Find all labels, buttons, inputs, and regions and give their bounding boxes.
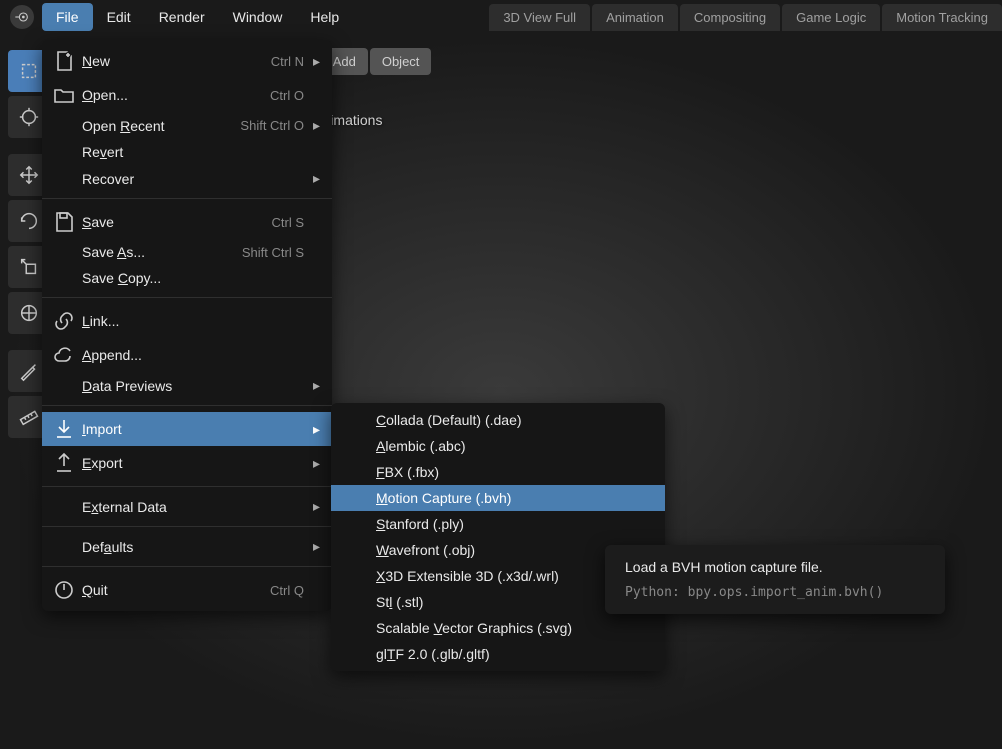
menu-item-save[interactable]: SaveCtrl S bbox=[42, 205, 332, 239]
import-item[interactable]: Scalable Vector Graphics (.svg) bbox=[331, 615, 665, 641]
vp-menu-object[interactable]: Object bbox=[370, 48, 432, 75]
menu-item-save-as[interactable]: Save As...Shift Ctrl S bbox=[42, 239, 332, 265]
submenu-arrow-icon: ▸ bbox=[310, 377, 320, 394]
menu-item-label: Scalable Vector Graphics (.svg) bbox=[376, 620, 653, 636]
submenu-arrow-icon: ▸ bbox=[310, 53, 320, 70]
menu-item-recover[interactable]: Recover▸ bbox=[42, 165, 332, 192]
menu-item-label: Open Recent bbox=[82, 118, 240, 134]
menu-item-label: Link... bbox=[82, 313, 310, 329]
import-item[interactable]: glTF 2.0 (.glb/.gltf) bbox=[331, 641, 665, 667]
menu-render[interactable]: Render bbox=[145, 3, 219, 31]
menu-separator bbox=[42, 198, 332, 199]
save-icon bbox=[52, 210, 76, 234]
menu-item-label: glTF 2.0 (.glb/.gltf) bbox=[376, 646, 653, 662]
shortcut-label: Ctrl N bbox=[271, 54, 304, 69]
menu-item-label: New bbox=[82, 53, 271, 69]
shortcut-label: Ctrl Q bbox=[270, 583, 304, 598]
menu-item-data-previews[interactable]: Data Previews▸ bbox=[42, 372, 332, 399]
menu-separator bbox=[42, 566, 332, 567]
import-submenu: Collada (Default) (.dae) Alembic (.abc) FB… bbox=[331, 403, 665, 671]
menu-item-label: Open... bbox=[82, 87, 270, 103]
menu-item-quit[interactable]: QuitCtrl Q bbox=[42, 573, 332, 607]
menu-item-import[interactable]: Import▸ bbox=[42, 412, 332, 446]
workspace-tab[interactable]: Compositing bbox=[680, 4, 780, 31]
shortcut-label: Ctrl O bbox=[270, 88, 304, 103]
menu-item-defaults[interactable]: Defaults▸ bbox=[42, 533, 332, 560]
submenu-arrow-icon: ▸ bbox=[310, 455, 320, 472]
workspace-tab[interactable]: 3D View Full bbox=[489, 4, 590, 31]
menu-item-label: Save bbox=[82, 214, 272, 230]
menu-separator bbox=[42, 526, 332, 527]
menu-item-label: Save As... bbox=[82, 244, 242, 260]
workspace-tab[interactable]: Animation bbox=[592, 4, 678, 31]
submenu-arrow-icon: ▸ bbox=[310, 498, 320, 515]
menu-separator bbox=[42, 486, 332, 487]
menu-edit[interactable]: Edit bbox=[93, 3, 145, 31]
menu-item-revert[interactable]: Revert bbox=[42, 139, 332, 165]
menu-separator bbox=[42, 297, 332, 298]
submenu-arrow-icon: ▸ bbox=[310, 117, 320, 134]
menu-item-label: Data Previews bbox=[82, 378, 310, 394]
tooltip-python: Python: bpy.ops.import_anim.bvh() bbox=[625, 585, 925, 600]
menu-item-label: Alembic (.abc) bbox=[376, 438, 653, 454]
quit-icon bbox=[52, 578, 76, 602]
submenu-arrow-icon: ▸ bbox=[310, 170, 320, 187]
new-icon bbox=[52, 49, 76, 73]
import-item[interactable]: Motion Capture (.bvh) bbox=[331, 485, 665, 511]
menu-item-open[interactable]: Open...Ctrl O bbox=[42, 78, 332, 112]
file-menu: NewCtrl N▸Open...Ctrl OOpen RecentShift … bbox=[42, 40, 332, 611]
menu-item-label: External Data bbox=[82, 499, 310, 515]
workspace-tab[interactable]: Motion Tracking bbox=[882, 4, 1002, 31]
menu-item-label: Revert bbox=[82, 144, 310, 160]
menu-item-open-recent[interactable]: Open RecentShift Ctrl O ▸ bbox=[42, 112, 332, 139]
tooltip-title: Load a BVH motion capture file. bbox=[625, 559, 925, 575]
submenu-arrow-icon: ▸ bbox=[310, 421, 320, 438]
shortcut-label: Ctrl S bbox=[272, 215, 305, 230]
menu-item-export[interactable]: Export▸ bbox=[42, 446, 332, 480]
workspace-tabs: 3D View FullAnimationCompositingGame Log… bbox=[489, 4, 1002, 31]
submenu-arrow-icon: ▸ bbox=[310, 538, 320, 555]
menubar: FileEditRenderWindowHelp bbox=[42, 3, 353, 31]
menu-item-label: Save Copy... bbox=[82, 270, 310, 286]
import-item[interactable]: Stanford (.ply) bbox=[331, 511, 665, 537]
menu-item-label: Append... bbox=[82, 347, 310, 363]
import-icon bbox=[52, 417, 76, 441]
menu-file[interactable]: File bbox=[42, 3, 93, 31]
menu-item-link[interactable]: Link... bbox=[42, 304, 332, 338]
append-icon bbox=[52, 343, 76, 367]
shortcut-label: Shift Ctrl S bbox=[242, 245, 304, 260]
menu-window[interactable]: Window bbox=[219, 3, 297, 31]
menu-separator bbox=[42, 405, 332, 406]
menu-help[interactable]: Help bbox=[296, 3, 353, 31]
import-item[interactable]: Collada (Default) (.dae) bbox=[331, 407, 665, 433]
import-item[interactable]: Alembic (.abc) bbox=[331, 433, 665, 459]
workspace-tab[interactable]: Game Logic bbox=[782, 4, 880, 31]
shortcut-label: Shift Ctrl O bbox=[240, 118, 304, 133]
menu-item-label: Defaults bbox=[82, 539, 310, 555]
menu-item-label: Export bbox=[82, 455, 310, 471]
menu-item-external-data[interactable]: External Data▸ bbox=[42, 493, 332, 520]
menu-item-label: Quit bbox=[82, 582, 270, 598]
menu-item-label: Stanford (.ply) bbox=[376, 516, 653, 532]
menu-item-label: FBX (.fbx) bbox=[376, 464, 653, 480]
blender-logo-icon[interactable] bbox=[10, 5, 34, 29]
link-icon bbox=[52, 309, 76, 333]
menu-item-label: Collada (Default) (.dae) bbox=[376, 412, 653, 428]
export-icon bbox=[52, 451, 76, 475]
menu-item-label: Import bbox=[82, 421, 310, 437]
menu-item-new[interactable]: NewCtrl N ▸ bbox=[42, 44, 332, 78]
menu-item-label: Recover bbox=[82, 171, 310, 187]
tooltip: Load a BVH motion capture file. Python: … bbox=[605, 545, 945, 614]
menu-item-append[interactable]: Append... bbox=[42, 338, 332, 372]
menu-item-save-copy[interactable]: Save Copy... bbox=[42, 265, 332, 291]
import-item[interactable]: FBX (.fbx) bbox=[331, 459, 665, 485]
menu-item-label: Motion Capture (.bvh) bbox=[376, 490, 653, 506]
open-icon bbox=[52, 83, 76, 107]
